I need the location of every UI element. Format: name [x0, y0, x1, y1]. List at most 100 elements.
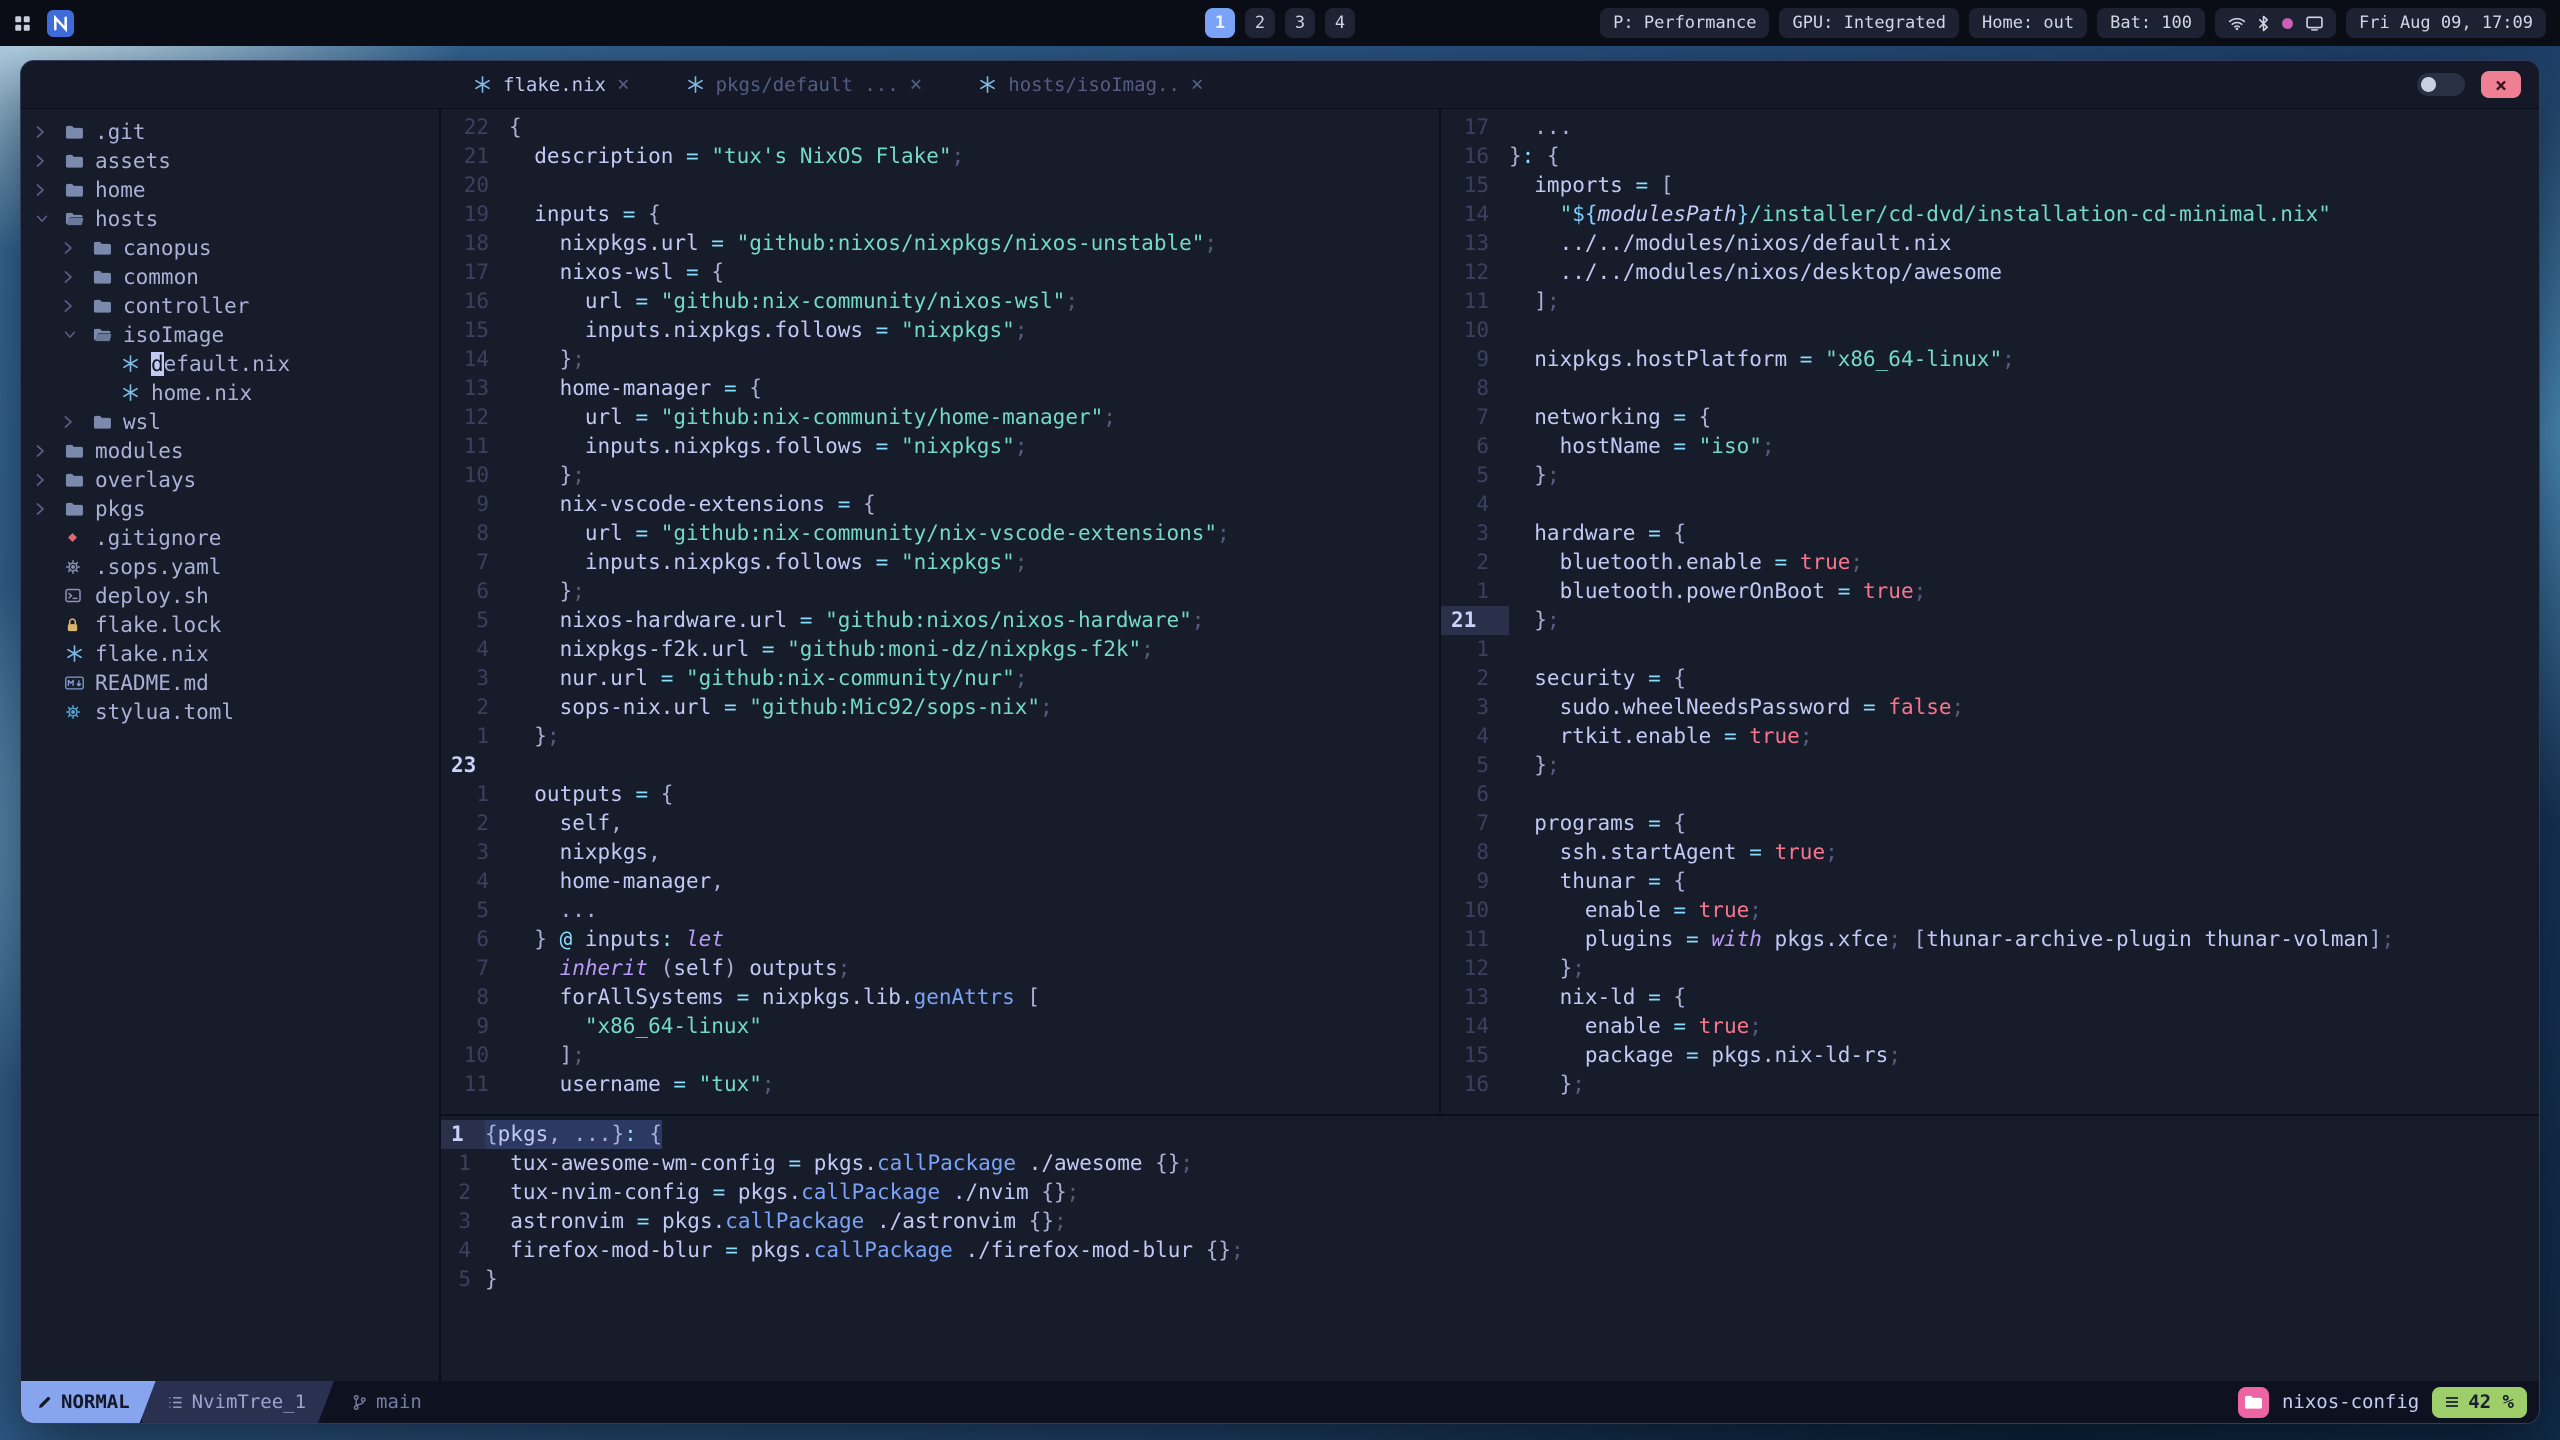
tab-pkgs/default ...[interactable]: pkgs/default ... ×: [686, 74, 923, 96]
tree-item-.gitignore[interactable]: .gitignore: [21, 523, 439, 552]
tree-item-pkgs[interactable]: pkgs: [21, 494, 439, 523]
line-number: 11: [463, 1072, 489, 1096]
scroll-indicator: 42 %: [2432, 1386, 2527, 1418]
tree-item-isoImage[interactable]: isoImage: [21, 320, 439, 349]
lines-icon: [2445, 1396, 2459, 1408]
tree-item-default.nix[interactable]: default.nix: [21, 349, 439, 378]
line-number: 13: [1463, 985, 1489, 1009]
folder-icon: [93, 298, 123, 314]
window-toggle-button[interactable]: [2417, 73, 2465, 96]
code-text: enable = true;: [1509, 1014, 1762, 1038]
line-number: 8: [476, 985, 489, 1009]
pencil-icon: [37, 1395, 52, 1410]
tab-close-icon[interactable]: ×: [910, 74, 923, 95]
tree-item-hosts[interactable]: hosts: [21, 204, 439, 233]
code-line: 11 ];: [1441, 287, 2539, 316]
code-text: thunar = {: [1509, 869, 1687, 893]
line-number: 1: [476, 724, 489, 748]
tab-close-icon[interactable]: ×: [617, 74, 630, 95]
line-number: 10: [1463, 318, 1489, 342]
tree-item-stylua.toml[interactable]: stylua.toml: [21, 697, 439, 726]
code-line: 16}: {: [1441, 142, 2539, 171]
apps-grid-icon[interactable]: [14, 15, 31, 32]
color-dot-icon[interactable]: [2281, 17, 2294, 30]
tree-item-home[interactable]: home: [21, 175, 439, 204]
folder-icon: [65, 501, 95, 517]
workspace-button-1[interactable]: 1: [1205, 8, 1235, 38]
tree-item-deploy.sh[interactable]: deploy.sh: [21, 581, 439, 610]
code-text: nixos-wsl = {: [509, 260, 724, 284]
tree-item-overlays[interactable]: overlays: [21, 465, 439, 494]
code-text: {pkgs, ...}: {: [485, 1120, 663, 1149]
line-number: 2: [476, 811, 489, 835]
code-text: sudo.wheelNeedsPassword = false;: [1509, 695, 1965, 719]
tree-cursor: d: [151, 351, 164, 376]
line-number: 10: [463, 1043, 489, 1067]
code-line: 8: [1441, 374, 2539, 403]
nix-snowflake-icon: [686, 75, 705, 94]
code-line: 3 nur.url = "github:nix-community/nur";: [441, 664, 1439, 693]
nix-snowflake-icon: [978, 75, 997, 94]
chevron-right-icon: [63, 240, 93, 256]
launcher-icon[interactable]: [47, 9, 74, 37]
window-close-button[interactable]: ×: [2481, 71, 2521, 98]
line-number: 9: [476, 492, 489, 516]
workspace-button-4[interactable]: 4: [1325, 8, 1355, 38]
line-number: 7: [476, 550, 489, 574]
tree-item-flake.nix[interactable]: flake.nix: [21, 639, 439, 668]
code-line: 3 hardware = {: [1441, 519, 2539, 548]
code-line: 7 networking = {: [1441, 403, 2539, 432]
code-text: nixpkgs,: [509, 840, 661, 864]
bluetooth-icon[interactable]: [2258, 15, 2269, 32]
editor-pane-flake-nix[interactable]: 22{21 description = "tux's NixOS Flake";…: [441, 109, 1441, 1114]
file-tree[interactable]: .git assets home hosts canopus common controll…: [21, 109, 441, 1381]
line-number: 11: [463, 434, 489, 458]
code-line: 17 ...: [1441, 113, 2539, 142]
tree-item-.git[interactable]: .git: [21, 117, 439, 146]
tree-item-wsl[interactable]: wsl: [21, 407, 439, 436]
line-number: 10: [463, 463, 489, 487]
code-line: 3 sudo.wheelNeedsPassword = false;: [1441, 693, 2539, 722]
tree-item-flake.lock[interactable]: flake.lock: [21, 610, 439, 639]
code-line: 10 ];: [441, 1041, 1439, 1070]
code-text: };: [1509, 463, 1560, 487]
tab-hosts/isoImag..[interactable]: hosts/isoImag.. ×: [978, 74, 1204, 96]
tree-item-.sops.yaml[interactable]: .sops.yaml: [21, 552, 439, 581]
tree-item-README.md[interactable]: README.md: [21, 668, 439, 697]
code-line: 15 inputs.nixpkgs.follows = "nixpkgs";: [441, 316, 1439, 345]
code-line: 8 url = "github:nix-community/nix-vscode…: [441, 519, 1439, 548]
tree-item-label: .git: [95, 119, 146, 144]
tree-item-assets[interactable]: assets: [21, 146, 439, 175]
tree-item-common[interactable]: common: [21, 262, 439, 291]
tab-close-icon[interactable]: ×: [1191, 74, 1204, 95]
tree-item-label: overlays: [95, 467, 197, 492]
editor-pane-pkgs-default[interactable]: 1 {pkgs, ...}: {1 tux-awesome-wm-config =…: [441, 1114, 2539, 1381]
code-line: 23: [441, 751, 1439, 780]
code-line: 16 };: [1441, 1070, 2539, 1099]
editor-pane-iso-image[interactable]: 17 ... 16}: {15 imports = [14 "${modulesP…: [1441, 109, 2539, 1114]
code-line: 21 description = "tux's NixOS Flake";: [441, 142, 1439, 171]
code-text: nixos-hardware.url = "github:nixos/nixos…: [509, 608, 1205, 632]
line-number: 11: [1463, 927, 1489, 951]
workspace-button-3[interactable]: 3: [1285, 8, 1315, 38]
display-icon[interactable]: [2306, 16, 2323, 31]
status-chip: GPU: Integrated: [1779, 8, 1959, 38]
workspace-button-2[interactable]: 2: [1245, 8, 1275, 38]
tab-flake.nix[interactable]: flake.nix ×: [473, 74, 630, 96]
tree-item-canopus[interactable]: canopus: [21, 233, 439, 262]
code-text: ssh.startAgent = true;: [1509, 840, 1838, 864]
status-chip: P: Performance: [1600, 8, 1770, 38]
tree-item-controller[interactable]: controller: [21, 291, 439, 320]
line-number: 12: [1463, 260, 1489, 284]
code-line: 9 thunar = {: [1441, 867, 2539, 896]
code-line: 12 ../../modules/nixos/desktop/awesome: [1441, 258, 2539, 287]
tree-item-modules[interactable]: modules: [21, 436, 439, 465]
line-number: 9: [476, 1014, 489, 1038]
tree-item-home.nix[interactable]: home.nix: [21, 378, 439, 407]
line-number: 6: [1476, 434, 1489, 458]
tree-item-label: hosts: [95, 206, 159, 231]
code-line: 22 {: [441, 113, 1439, 142]
chevron-right-icon: [63, 298, 93, 314]
tree-item-label: wsl: [123, 409, 161, 434]
wifi-icon[interactable]: [2228, 16, 2246, 31]
